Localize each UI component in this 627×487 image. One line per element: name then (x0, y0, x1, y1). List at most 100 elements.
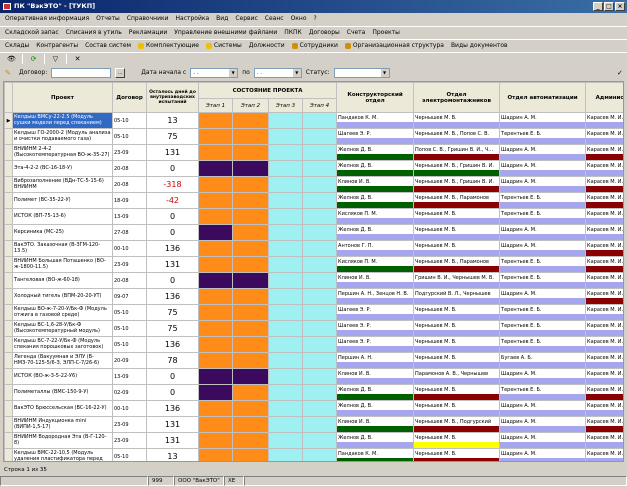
project-cell[interactable]: Келдыш ГО-2000-2 (Модуль анализа и очист… (12, 128, 113, 145)
remaining-days-cell[interactable]: 0 (146, 208, 199, 225)
quick-link[interactable]: Рекламации (129, 29, 168, 36)
stage-cell[interactable] (268, 144, 303, 161)
stage-cell[interactable] (232, 240, 269, 257)
row-indicator[interactable] (4, 176, 13, 193)
stage-cell[interactable] (198, 176, 233, 193)
design-cell[interactable]: Клинов И. В. (336, 368, 415, 385)
stage-cell[interactable] (232, 256, 269, 273)
stage-cell[interactable] (232, 272, 269, 289)
electro-cell[interactable]: Чернышев М. В. (413, 336, 501, 353)
stage-cell[interactable] (301, 416, 338, 433)
electro-cell[interactable]: Чернышев М. В. (413, 432, 501, 449)
remaining-days-cell[interactable]: 75 (146, 128, 199, 145)
automation-cell[interactable]: Шадрин А. М. (499, 144, 587, 161)
table-row[interactable]: Тангеловая (ВО-ж-60-18) 20-08 0 Клинов И. В… (4, 272, 623, 289)
stage-cell[interactable] (198, 400, 233, 417)
electro-cell[interactable]: Чернышев М. В., Гришин В. И. (413, 176, 501, 193)
electro-cell[interactable]: Чернышев М. В., Парамонов (413, 256, 501, 273)
contract-cell[interactable]: 05-10 (112, 448, 147, 461)
stage-cell[interactable] (198, 352, 233, 369)
stage-cell[interactable] (198, 320, 233, 337)
design-cell[interactable]: Клинов И. В. (336, 272, 415, 289)
row-indicator[interactable] (4, 368, 13, 385)
stage-cell[interactable] (301, 320, 338, 337)
quick-link[interactable]: Списания в утиль (66, 29, 122, 36)
electro-cell[interactable]: Гришин В. И., Чернышев М. В. (413, 272, 501, 289)
stage-cell[interactable] (268, 432, 303, 449)
reference-link[interactable]: Склады (5, 42, 29, 49)
stage-cell[interactable] (301, 384, 338, 401)
table-row[interactable]: Полимет (ВС-35-22-У) 18-09 -42 Желнов Д. В.… (4, 192, 623, 209)
row-indicator[interactable] (4, 432, 13, 449)
stage-cell[interactable] (268, 224, 303, 241)
row-indicator[interactable] (4, 384, 13, 401)
row-indicator[interactable] (4, 352, 13, 369)
stage-cell[interactable] (268, 448, 303, 461)
stage-cell[interactable] (268, 320, 303, 337)
column-header-stage-3[interactable]: Этап 3 (268, 98, 303, 113)
automation-cell[interactable]: Шадрин А. М. (499, 432, 587, 449)
electro-cell[interactable]: Парамонов А. В., Чернышев (413, 368, 501, 385)
project-cell[interactable]: Виброзаполнение (ВДн-ТС-5-15-6) ВНИИНМ (12, 176, 113, 193)
stage-cell[interactable] (198, 384, 233, 401)
remaining-days-cell[interactable]: 0 (146, 368, 199, 385)
stage-cell[interactable] (301, 160, 338, 177)
table-row[interactable]: ВНИИНМ Большая Поташенко (ВО-ж-1800-11.5… (4, 256, 623, 273)
admin-cell[interactable]: Карасев М. И. (585, 128, 623, 145)
stage-cell[interactable] (268, 384, 303, 401)
electro-cell[interactable]: Попов С. В., Гришин В. И., Ч... (413, 144, 501, 161)
contract-cell[interactable]: 27-08 (112, 224, 147, 241)
stage-cell[interactable] (301, 448, 338, 461)
row-indicator[interactable] (4, 256, 13, 273)
design-cell[interactable]: Шагеев Э. Р. (336, 304, 415, 321)
menu-item[interactable]: Отчеты (96, 15, 120, 22)
contract-cell[interactable]: 20-08 (112, 160, 147, 177)
stage-cell[interactable] (198, 336, 233, 353)
stage-cell[interactable] (268, 400, 303, 417)
stage-cell[interactable] (198, 288, 233, 305)
automation-cell[interactable]: Шадрин А. М. (499, 368, 587, 385)
design-cell[interactable]: Шагеев Э. Р. (336, 320, 415, 337)
electro-cell[interactable]: Чернышев М. В. (413, 384, 501, 401)
remaining-days-cell[interactable]: 131 (146, 256, 199, 273)
electro-cell[interactable]: Чернышев М. В. (413, 352, 501, 369)
stage-cell[interactable] (301, 224, 338, 241)
remaining-days-cell[interactable]: 0 (146, 272, 199, 289)
admin-cell[interactable]: Карасев М. И. (585, 144, 623, 161)
column-header-electro[interactable]: Отдел электромонтажников (413, 82, 501, 113)
admin-cell[interactable]: Карасев М. И. (585, 352, 623, 369)
project-cell[interactable]: Полимет (ВС-35-22-У) (12, 192, 113, 209)
admin-cell[interactable]: Карасев М. И. (585, 192, 623, 209)
table-row[interactable]: ВакЭТО. Заказочная (В-ЗГМ-120-13.5) 00-10… (4, 240, 623, 257)
remaining-days-cell[interactable]: 75 (146, 320, 199, 337)
row-indicator[interactable] (4, 240, 13, 257)
table-row[interactable]: Келдыш ВС-7-22-У/Бк-Ф (Модуль спекания п… (4, 336, 623, 353)
refresh-icon[interactable]: ⟳ (27, 54, 40, 65)
stage-cell[interactable] (198, 256, 233, 273)
row-indicator[interactable] (4, 128, 13, 145)
project-cell[interactable]: ВНИИНМ Большая Поташенко (ВО-ж-1800-11.5… (12, 256, 113, 273)
stage-cell[interactable] (301, 400, 338, 417)
contract-cell[interactable]: 02-09 (112, 384, 147, 401)
design-cell[interactable]: Пандаков К. М. (336, 448, 415, 461)
design-cell[interactable]: Клинов И. В. (336, 176, 415, 193)
automation-cell[interactable]: Шадрин А. М. (499, 448, 587, 461)
table-row[interactable]: Келдыш ВС-1,6-28-У/Бк-Ф (Высокотемперату… (4, 320, 623, 337)
contract-cell[interactable]: 00-10 (112, 240, 147, 257)
remaining-days-cell[interactable]: 13 (146, 112, 199, 129)
stage-cell[interactable] (268, 368, 303, 385)
table-row[interactable]: ▶ Келдыш ВМСу-22-2.5 (Модуль сушки модели… (4, 112, 623, 129)
stage-cell[interactable] (301, 128, 338, 145)
reference-link[interactable]: Комплектующие (138, 42, 199, 49)
column-header-design[interactable]: Конструкторский отдел (336, 82, 415, 113)
menu-item[interactable]: Вид (216, 15, 228, 22)
column-header-stage-1[interactable]: Этап 1 (198, 98, 233, 113)
automation-cell[interactable]: Терентьев Е. Б. (499, 192, 587, 209)
project-cell[interactable]: ВНИИНМ Индукционка mini (ВИПИ-1,5-17) (12, 416, 113, 433)
automation-cell[interactable]: Бугаев А. Б. (499, 352, 587, 369)
project-cell[interactable]: ВакЭТО Брюссельская (ВС-16-22-У) (12, 400, 113, 417)
automation-cell[interactable]: Терентьев Е. Б. (499, 304, 587, 321)
stage-cell[interactable] (268, 192, 303, 209)
stage-cell[interactable] (268, 304, 303, 321)
stage-cell[interactable] (301, 144, 338, 161)
